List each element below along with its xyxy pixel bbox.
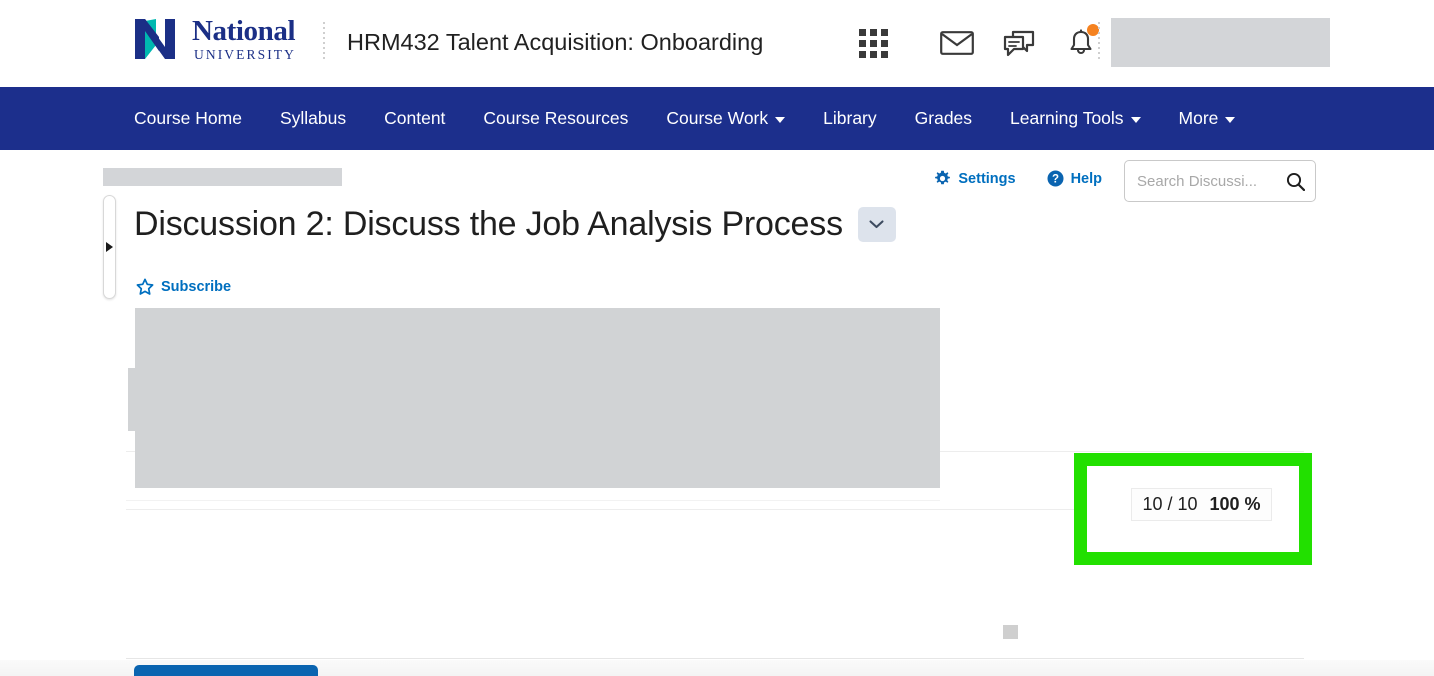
chevron-right-icon	[106, 242, 113, 252]
envelope-icon[interactable]	[934, 22, 980, 64]
discussion-title-row: Discussion 2: Discuss the Job Analysis P…	[134, 205, 896, 244]
discussion-body-redacted	[135, 308, 940, 488]
chat-bubbles-icon[interactable]	[996, 22, 1042, 64]
help-button[interactable]: ? Help	[1047, 170, 1102, 187]
subscribe-button[interactable]: Subscribe	[136, 278, 231, 296]
national-university-logo[interactable]: National UNIVERSITY	[131, 15, 296, 63]
page-tools: Settings ? Help	[934, 170, 1102, 187]
nav-label: Syllabus	[279, 108, 347, 128]
nav-item-course-work[interactable]: Course Work	[666, 108, 786, 129]
nav-label: More	[1178, 108, 1219, 128]
nav-label: Learning Tools	[1010, 108, 1124, 128]
svg-text:?: ?	[1052, 174, 1059, 186]
nav-item-course-resources[interactable]: Course Resources	[483, 108, 628, 129]
chevron-down-icon	[775, 117, 786, 123]
nav-item-learning-tools[interactable]: Learning Tools	[1010, 108, 1141, 129]
discussion-page: National UNIVERSITY HRM432 Talent Acquis…	[0, 0, 1434, 676]
course-navigation-bar: Course Home Syllabus Content Course Reso…	[0, 87, 1434, 150]
score-fraction: 10 / 10	[1142, 494, 1198, 514]
gear-icon	[935, 170, 951, 185]
subscribe-label: Subscribe	[161, 279, 232, 295]
small-placeholder-square	[1003, 625, 1018, 639]
nav-label: Library	[823, 108, 877, 128]
page-title: Discussion 2: Discuss the Job Analysis P…	[134, 205, 843, 243]
help-label: Help	[1070, 170, 1102, 187]
nav-label: Course Home	[134, 108, 242, 128]
search-discussions-box[interactable]	[1124, 160, 1316, 202]
waffle-grid-icon[interactable]	[850, 22, 896, 64]
nav-item-course-home[interactable]: Course Home	[134, 108, 242, 129]
search-input[interactable]	[1137, 172, 1280, 190]
search-icon[interactable]	[1286, 172, 1305, 191]
nav-item-more[interactable]: More	[1179, 108, 1236, 129]
grade-score-chip[interactable]: 10 / 10 100 %	[1131, 488, 1272, 521]
chevron-down-icon	[1225, 117, 1236, 123]
top-header-bar: National UNIVERSITY HRM432 Talent Acquis…	[0, 0, 1434, 87]
nav-label: Course Work	[666, 108, 769, 128]
nav-item-library[interactable]: Library	[823, 108, 877, 129]
settings-button[interactable]: Settings	[934, 170, 1016, 187]
chevron-down-icon	[869, 220, 884, 229]
nav-label: Grades	[914, 108, 973, 128]
bottom-divider	[126, 658, 1304, 659]
header-divider-3	[1098, 22, 1100, 62]
nav-label: Content	[384, 108, 446, 128]
title-actions-dropdown-button[interactable]	[857, 207, 896, 242]
header-divider-1	[323, 22, 325, 62]
help-circle-icon: ?	[1047, 170, 1064, 187]
breadcrumb-redacted	[103, 168, 342, 186]
settings-label: Settings	[958, 170, 1016, 187]
nav-label: Course Resources	[483, 108, 629, 128]
course-title: HRM432 Talent Acquisition: Onboarding	[347, 29, 764, 55]
panel-divider-inner	[126, 500, 940, 501]
logo-wordmark-national: National	[192, 14, 296, 47]
user-profile-block-redacted[interactable]	[1111, 18, 1330, 67]
national-university-n-mark	[135, 19, 175, 59]
primary-action-button[interactable]	[134, 665, 318, 676]
chevron-down-icon	[1130, 117, 1141, 123]
star-icon	[136, 278, 154, 295]
sidebar-expand-handle[interactable]	[103, 195, 116, 299]
nav-item-grades[interactable]: Grades	[915, 108, 972, 129]
logo-wordmark-university: UNIVERSITY	[194, 46, 296, 62]
nav-item-syllabus[interactable]: Syllabus	[280, 108, 346, 129]
score-percent: 100 %	[1209, 494, 1261, 514]
header-icon-group	[850, 22, 1104, 64]
nav-item-content[interactable]: Content	[384, 108, 445, 129]
